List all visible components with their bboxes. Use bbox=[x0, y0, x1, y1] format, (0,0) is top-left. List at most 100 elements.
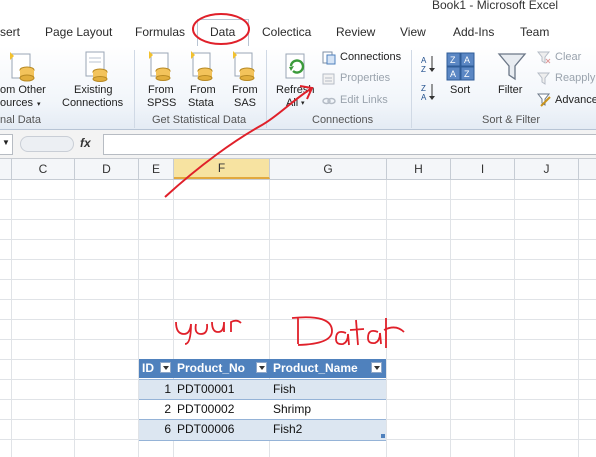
from-other-sources-icon[interactable] bbox=[8, 50, 38, 85]
svg-text:Z: Z bbox=[464, 69, 470, 79]
from-other-sources-label-1[interactable]: om Other bbox=[0, 84, 46, 97]
grid-row-line bbox=[0, 239, 596, 240]
from-stata-label-1[interactable]: From bbox=[190, 84, 216, 97]
sort-label[interactable]: Sort bbox=[450, 84, 470, 97]
svg-text:Z: Z bbox=[421, 84, 426, 93]
clear-label: Clear bbox=[555, 51, 582, 63]
tab-page-layout[interactable]: Page Layout bbox=[45, 25, 112, 39]
group-separator bbox=[266, 50, 267, 128]
reapply-icon bbox=[536, 72, 551, 89]
svg-text:A: A bbox=[421, 93, 427, 102]
grid-col-line bbox=[74, 180, 75, 457]
table-cell-id[interactable]: 2 bbox=[139, 399, 174, 419]
tab-data[interactable]: Data bbox=[210, 25, 235, 39]
table-cell-id[interactable]: 1 bbox=[139, 379, 174, 399]
sort-a-to-z-icon[interactable]: AZ bbox=[420, 54, 436, 77]
properties-label: Properties bbox=[340, 72, 391, 84]
group-separator bbox=[411, 50, 412, 128]
table-header-product-no[interactable]: Product_No bbox=[174, 359, 270, 378]
name-box-dropdown-icon[interactable]: ▼ bbox=[2, 138, 10, 147]
select-all-corner[interactable] bbox=[0, 159, 12, 179]
grid-row-line bbox=[0, 299, 596, 300]
filter-label[interactable]: Filter bbox=[498, 84, 522, 97]
tab-view[interactable]: View bbox=[400, 25, 426, 39]
grid-col-line bbox=[11, 180, 12, 457]
dropdown-arrow-icon[interactable]: ▾ bbox=[37, 100, 41, 108]
filter-dropdown-icon[interactable] bbox=[160, 362, 171, 373]
column-header-d[interactable]: D bbox=[75, 159, 139, 179]
grid-col-line bbox=[514, 180, 515, 457]
column-header-i[interactable]: I bbox=[451, 159, 515, 179]
grid-col-line bbox=[450, 180, 451, 457]
tab-add-ins[interactable]: Add-Ins bbox=[453, 25, 494, 39]
table-cell-product-no[interactable]: PDT00002 bbox=[174, 399, 270, 419]
grid-col-line bbox=[386, 180, 387, 457]
table-cell-product-name[interactable]: Fish2 bbox=[270, 419, 386, 439]
table-header-label: Product_Name bbox=[273, 361, 358, 375]
column-headers: C D E F G H I J bbox=[0, 159, 596, 180]
column-header-h[interactable]: H bbox=[387, 159, 451, 179]
svg-text:A: A bbox=[421, 56, 427, 65]
connections-icon[interactable] bbox=[322, 51, 336, 68]
tab-review[interactable]: Review bbox=[336, 25, 375, 39]
group-separator bbox=[134, 50, 135, 128]
from-spss-label-1[interactable]: From bbox=[148, 84, 174, 97]
svg-text:Z: Z bbox=[421, 65, 426, 74]
from-sas-label-2[interactable]: SAS bbox=[234, 97, 256, 110]
insert-function-icon[interactable]: fx bbox=[80, 136, 91, 150]
column-header-c[interactable]: C bbox=[12, 159, 75, 179]
table-header-product-name[interactable]: Product_Name bbox=[270, 359, 386, 378]
column-header-f[interactable]: F bbox=[174, 159, 270, 179]
title-bar: Book1 - Microsoft Excel bbox=[0, 0, 596, 18]
group-label-connections: Connections bbox=[312, 114, 374, 126]
formula-bar-splitter[interactable] bbox=[20, 136, 74, 152]
table-header-id[interactable]: ID bbox=[139, 359, 174, 378]
advanced-label[interactable]: Advance bbox=[555, 94, 596, 106]
table-cell-product-no[interactable]: PDT00006 bbox=[174, 419, 270, 439]
table-cell-product-no[interactable]: PDT00001 bbox=[174, 379, 270, 399]
from-stata-icon[interactable] bbox=[188, 50, 216, 85]
column-header-j[interactable]: J bbox=[515, 159, 579, 179]
from-stata-label-2[interactable]: Stata bbox=[188, 97, 214, 110]
advanced-filter-icon[interactable] bbox=[536, 93, 551, 110]
column-header-g[interactable]: G bbox=[270, 159, 387, 179]
connections-label[interactable]: Connections bbox=[340, 51, 401, 63]
refresh-all-label-2[interactable]: All bbox=[286, 97, 298, 110]
from-sas-icon[interactable] bbox=[230, 50, 258, 85]
sort-z-to-a-icon[interactable]: ZA bbox=[420, 82, 436, 105]
table-header-label: Product_No bbox=[177, 361, 246, 375]
tab-insert[interactable]: sert bbox=[0, 25, 20, 39]
filter-dropdown-icon[interactable] bbox=[256, 362, 267, 373]
sort-dialog-icon[interactable]: Z A A Z bbox=[446, 52, 476, 85]
filter-icon[interactable] bbox=[497, 52, 527, 85]
table-cell-product-name[interactable]: Fish bbox=[270, 379, 386, 399]
clear-filter-icon bbox=[536, 51, 551, 68]
from-sas-label-1[interactable]: From bbox=[232, 84, 258, 97]
existing-connections-label-1[interactable]: Existing bbox=[74, 84, 113, 97]
reapply-label: Reapply bbox=[555, 72, 596, 84]
existing-connections-icon[interactable] bbox=[80, 50, 110, 85]
table-cell-product-name[interactable]: Shrimp bbox=[270, 399, 386, 419]
formula-input[interactable] bbox=[103, 134, 596, 155]
grid-row-line bbox=[0, 319, 596, 320]
from-other-sources-label-2[interactable]: ources bbox=[0, 97, 33, 110]
existing-connections-label-2[interactable]: Connections bbox=[62, 97, 123, 110]
ribbon: om Other ources ▾ Existing Connections n… bbox=[0, 46, 596, 130]
tab-formulas[interactable]: Formulas bbox=[135, 25, 185, 39]
filter-dropdown-icon[interactable] bbox=[371, 362, 382, 373]
refresh-all-label-1[interactable]: Refresh bbox=[276, 84, 315, 97]
table-cell-id[interactable]: 6 bbox=[139, 419, 174, 439]
svg-text:A: A bbox=[450, 69, 456, 79]
from-spss-label-2[interactable]: SPSS bbox=[147, 97, 176, 110]
refresh-all-icon[interactable] bbox=[282, 52, 310, 85]
svg-text:A: A bbox=[464, 55, 470, 65]
column-header-e[interactable]: E bbox=[139, 159, 174, 179]
from-spss-icon[interactable] bbox=[146, 50, 174, 85]
tab-colectica[interactable]: Colectica bbox=[262, 25, 311, 39]
table-resize-handle[interactable] bbox=[381, 434, 385, 438]
grid-row-line bbox=[0, 219, 596, 220]
dropdown-arrow-icon[interactable]: ▾ bbox=[301, 99, 305, 107]
group-label-sort-filter: Sort & Filter bbox=[482, 114, 541, 126]
grid-row-line bbox=[0, 339, 596, 340]
tab-team[interactable]: Team bbox=[520, 25, 549, 39]
